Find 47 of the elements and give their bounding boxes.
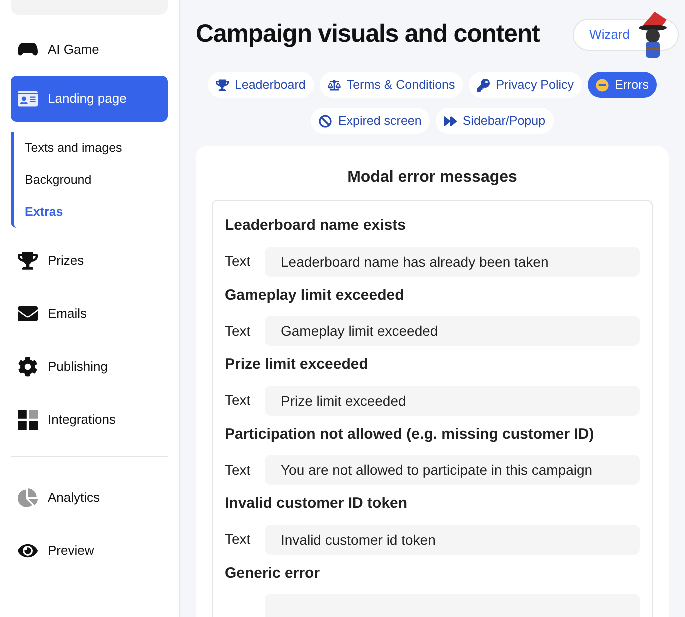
tab[interactable]: Errors	[588, 72, 658, 98]
sidebar-item[interactable]: Landing page	[11, 76, 168, 122]
profile-card-icon	[18, 89, 38, 109]
wizard-mascot-icon	[637, 12, 669, 58]
sidebar-item[interactable]: Publishing	[11, 340, 168, 393]
message-heading: Prize limit exceeded	[225, 355, 368, 375]
tab[interactable]: Sidebar/Popup	[436, 108, 554, 134]
pie-chart-icon	[18, 488, 38, 508]
sidebar-subitem[interactable]: Background	[14, 164, 92, 196]
sidebar-subitem[interactable]: Texts and images	[14, 132, 122, 164]
blocks-icon	[18, 410, 38, 430]
fast-forward-icon	[444, 114, 457, 128]
message-heading: Generic error	[225, 564, 320, 584]
field-label: Text	[225, 252, 252, 271]
text-field[interactable]: Leaderboard name has already been taken	[265, 246, 640, 276]
message-heading: Participation not allowed (e.g. missing customer ID)	[225, 424, 594, 444]
ban-icon	[319, 114, 332, 128]
message-heading: Gameplay limit exceeded	[225, 286, 404, 306]
text-field[interactable]: Prize limit exceeded	[265, 386, 640, 416]
trophy-icon	[18, 250, 38, 270]
text-field[interactable]: Invalid customer id token	[265, 524, 640, 554]
message-heading: Leaderboard name exists	[225, 216, 406, 236]
tab[interactable]: Privacy Policy	[469, 72, 582, 98]
text-field[interactable]: Gameplay limit exceeded	[265, 316, 640, 346]
text-field[interactable]: You are not allowed to participate in this campaign	[265, 455, 640, 485]
panel-title: Modal error messages	[348, 168, 518, 188]
trophy-icon	[216, 78, 229, 92]
page-title: Campaign visuals and content	[196, 19, 540, 50]
sidebar-item[interactable]: Preview	[11, 524, 168, 577]
sidebar-item[interactable]: Prizes	[11, 234, 168, 287]
key-icon	[477, 78, 490, 92]
sidebar-item[interactable]: Analytics	[11, 471, 168, 524]
scales-icon	[328, 78, 341, 92]
sidebar-item[interactable]: Emails	[11, 287, 168, 340]
gear-icon	[18, 356, 38, 376]
tab[interactable]: Leaderboard	[208, 72, 314, 98]
sidebar-item[interactable]: AI Game	[11, 23, 168, 76]
message-heading: Invalid customer ID token	[225, 494, 408, 514]
envelope-icon	[18, 304, 38, 324]
field-label: Text	[225, 391, 252, 410]
sidebar-item[interactable]: Integrations	[11, 393, 168, 446]
tab[interactable]: Terms & Conditions	[320, 72, 464, 98]
tab[interactable]: Expired screen	[311, 108, 430, 134]
field-label: Text	[225, 460, 252, 480]
field-label: Text	[225, 530, 252, 549]
sidebar-subitem[interactable]: Extras	[14, 196, 64, 228]
field-label: Text	[225, 322, 252, 340]
